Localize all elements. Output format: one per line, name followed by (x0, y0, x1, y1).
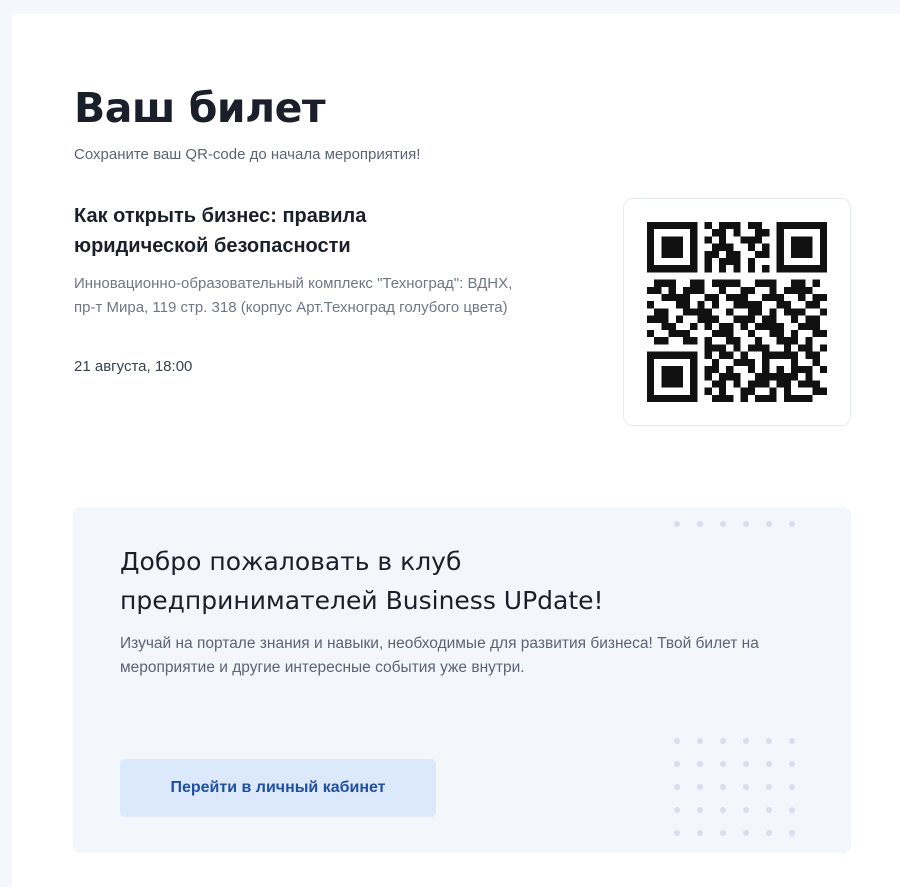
ticket-subtitle: Сохраните ваш QR-code до начала мероприя… (74, 146, 421, 163)
event-address: Инновационно-образовательный комплекс "Т… (74, 275, 513, 316)
decorative-dots-top (674, 521, 795, 527)
promo-text: Изучай на портале знания и навыки, необх… (120, 635, 759, 676)
club-promo-card: Добро пожаловать в клуб предпринимателей… (73, 507, 851, 853)
qr-code-icon (647, 222, 827, 402)
event-date: 21 августа, 18:00 (74, 358, 193, 375)
promo-title: Добро пожаловать в клуб предпринимателей… (120, 547, 604, 615)
ticket-card: Ваш билет Сохраните ваш QR-code до начал… (12, 14, 900, 887)
qr-code-box (623, 198, 851, 426)
decorative-dots-bottom (674, 738, 795, 836)
page-title: Ваш билет (74, 84, 326, 132)
personal-account-button[interactable]: Перейти в личный кабинет (120, 759, 436, 817)
event-title: Как открыть бизнес: правила юридической … (74, 205, 367, 257)
